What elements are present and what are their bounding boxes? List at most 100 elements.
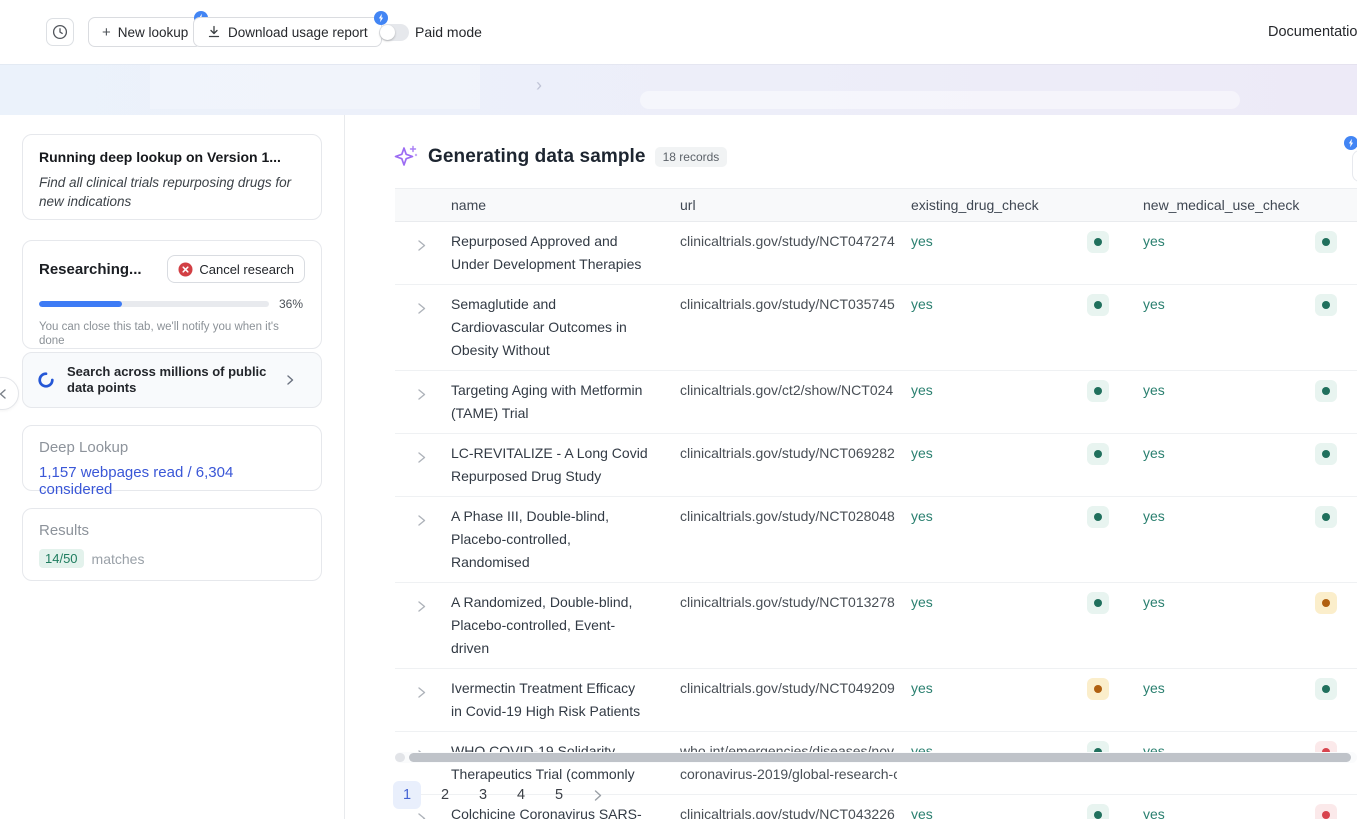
scrollbar-track-cap: [395, 753, 405, 762]
cancel-icon: [178, 262, 193, 277]
chevron-right-icon: [591, 789, 604, 802]
chevron-left-icon: [0, 388, 9, 400]
progress-percent: 36%: [279, 297, 303, 311]
progress-bar: [39, 301, 269, 307]
new-medical-use-check-value: yes: [1143, 677, 1165, 700]
new-medical-use-check-value: yes: [1143, 803, 1165, 819]
table-row[interactable]: Repurposed Approved and Under Developmen…: [395, 222, 1357, 285]
pagination: 1 2 3 4 5: [393, 781, 611, 809]
new-medical-use-check-value: yes: [1143, 442, 1165, 465]
table-row[interactable]: Ivermectin Treatment Efficacy in Covid-1…: [395, 669, 1357, 732]
run-summary-card: Running deep lookup on Version 1... Find…: [22, 134, 322, 220]
documentation-link[interactable]: Documentation: [1268, 24, 1357, 40]
research-status-card: Researching... Cancel research 36% You c…: [22, 240, 322, 349]
matches-label: matches: [92, 551, 145, 567]
expand-row-button[interactable]: [395, 371, 435, 433]
match-count-badge: 14/50: [39, 549, 84, 568]
trial-url: clinicaltrials.gov/study/NCT047274: [665, 222, 897, 284]
gradient-banner: ›: [0, 64, 1357, 115]
new-medical-use-check-value: yes: [1143, 379, 1165, 402]
existing-drug-check-value: yes: [911, 591, 933, 614]
new-medical-use-status-dot: [1315, 443, 1337, 465]
plus-icon: +: [102, 24, 111, 41]
toggle-knob: [380, 25, 395, 40]
paid-mode-toggle[interactable]: [379, 24, 409, 41]
new-medical-use-status-dot: [1315, 380, 1337, 402]
new-medical-use-status-dot: [1315, 678, 1337, 700]
existing-drug-check-value: yes: [911, 677, 933, 700]
page-button-4[interactable]: 4: [507, 781, 535, 809]
existing-drug-check-value: yes: [911, 803, 933, 819]
bolt-badge-icon: [374, 11, 388, 25]
banner-ghost-block: [150, 65, 480, 109]
paid-mode-label: Paid mode: [415, 24, 482, 40]
existing-drug-status-dot: [1087, 443, 1109, 465]
expand-row-button[interactable]: [395, 669, 435, 731]
page-button-5[interactable]: 5: [545, 781, 573, 809]
existing-drug-status-dot: [1087, 506, 1109, 528]
expand-row-button[interactable]: [395, 497, 435, 582]
table-row[interactable]: Targeting Aging with Metformin (TAME) Tr…: [395, 371, 1357, 434]
chevron-right-icon: [284, 374, 296, 386]
download-icon: [207, 25, 221, 39]
trial-url: clinicaltrials.gov/study/NCT069282: [665, 434, 897, 496]
table-row[interactable]: Semaglutide and Cardiovascular Outcomes …: [395, 285, 1357, 371]
existing-drug-check-value: yes: [911, 293, 933, 316]
expand-row-button[interactable]: [395, 285, 435, 370]
existing-drug-status-dot: [1087, 592, 1109, 614]
new-medical-use-check-value: yes: [1143, 230, 1165, 253]
page-button-3[interactable]: 3: [469, 781, 497, 809]
page-button-2[interactable]: 2: [431, 781, 459, 809]
chevron-right-icon: [415, 451, 428, 464]
new-medical-use-status-dot: [1315, 231, 1337, 253]
run-query: Find all clinical trials repurposing dru…: [39, 173, 305, 211]
column-header-existing-drug-check: existing_drug_check: [897, 197, 1129, 213]
expand-row-button[interactable]: [395, 434, 435, 496]
new-medical-use-check-value: yes: [1143, 591, 1165, 614]
trial-name: Semaglutide and Cardiovascular Outcomes …: [435, 285, 665, 370]
existing-drug-check-value: yes: [911, 230, 933, 253]
banner-chevron-icon: ›: [536, 75, 542, 96]
table-header-row: name url existing_drug_check new_medical…: [395, 188, 1357, 222]
close-tab-note: You can close this tab, we'll notify you…: [39, 320, 305, 348]
trial-url: clinicaltrials.gov/study/NCT049209: [665, 669, 897, 731]
new-medical-use-status-dot: [1315, 804, 1337, 819]
new-medical-use-status-dot: [1315, 592, 1337, 614]
table-row[interactable]: A Randomized, Double-blind, Placebo-cont…: [395, 583, 1357, 669]
chevron-right-icon: [415, 686, 428, 699]
scrollbar-thumb[interactable]: [409, 753, 1351, 762]
page-button-1[interactable]: 1: [393, 781, 421, 809]
trial-url: clinicaltrials.gov/study/NCT028048: [665, 497, 897, 582]
download-usage-report-button[interactable]: Download usage report: [193, 17, 382, 47]
trial-name: A Randomized, Double-blind, Placebo-cont…: [435, 583, 665, 668]
chevron-right-icon: [415, 514, 428, 527]
webpages-read-link[interactable]: 1,157 webpages read / 6,304 considered: [39, 464, 305, 498]
cancel-research-button[interactable]: Cancel research: [167, 255, 305, 283]
deep-lookup-title: Deep Lookup: [39, 439, 305, 456]
new-lookup-label: New lookup: [118, 25, 189, 40]
expand-row-button[interactable]: [395, 222, 435, 284]
new-lookup-button[interactable]: + New lookup: [88, 17, 202, 47]
table-row[interactable]: A Phase III, Double-blind, Placebo-contr…: [395, 497, 1357, 583]
next-page-button[interactable]: [583, 781, 611, 809]
run-title: Running deep lookup on Version 1...: [39, 149, 305, 165]
existing-drug-status-dot: [1087, 231, 1109, 253]
column-header-name: name: [435, 197, 665, 213]
column-header-url: url: [665, 197, 897, 213]
trial-name: Ivermectin Treatment Efficacy in Covid-1…: [435, 669, 665, 731]
sidebar: Running deep lookup on Version 1... Find…: [0, 115, 345, 819]
horizontal-scrollbar[interactable]: [395, 752, 1357, 763]
results-title: Results: [39, 522, 305, 539]
table-row[interactable]: LC-REVITALIZE - A Long Covid Repurposed …: [395, 434, 1357, 497]
records-count-badge: 18 records: [655, 147, 728, 167]
new-medical-use-status-dot: [1315, 294, 1337, 316]
trial-name: LC-REVITALIZE - A Long Covid Repurposed …: [435, 434, 665, 496]
search-banner[interactable]: Search across millions of public data po…: [22, 352, 322, 408]
expand-row-button[interactable]: [395, 583, 435, 668]
existing-drug-status-dot: [1087, 294, 1109, 316]
chevron-right-icon: [415, 812, 428, 819]
trial-url: clinicaltrials.gov/study/NCT013278: [665, 583, 897, 668]
sparkle-icon: [393, 144, 419, 170]
history-button[interactable]: [46, 18, 74, 46]
download-label: Download usage report: [228, 25, 368, 40]
